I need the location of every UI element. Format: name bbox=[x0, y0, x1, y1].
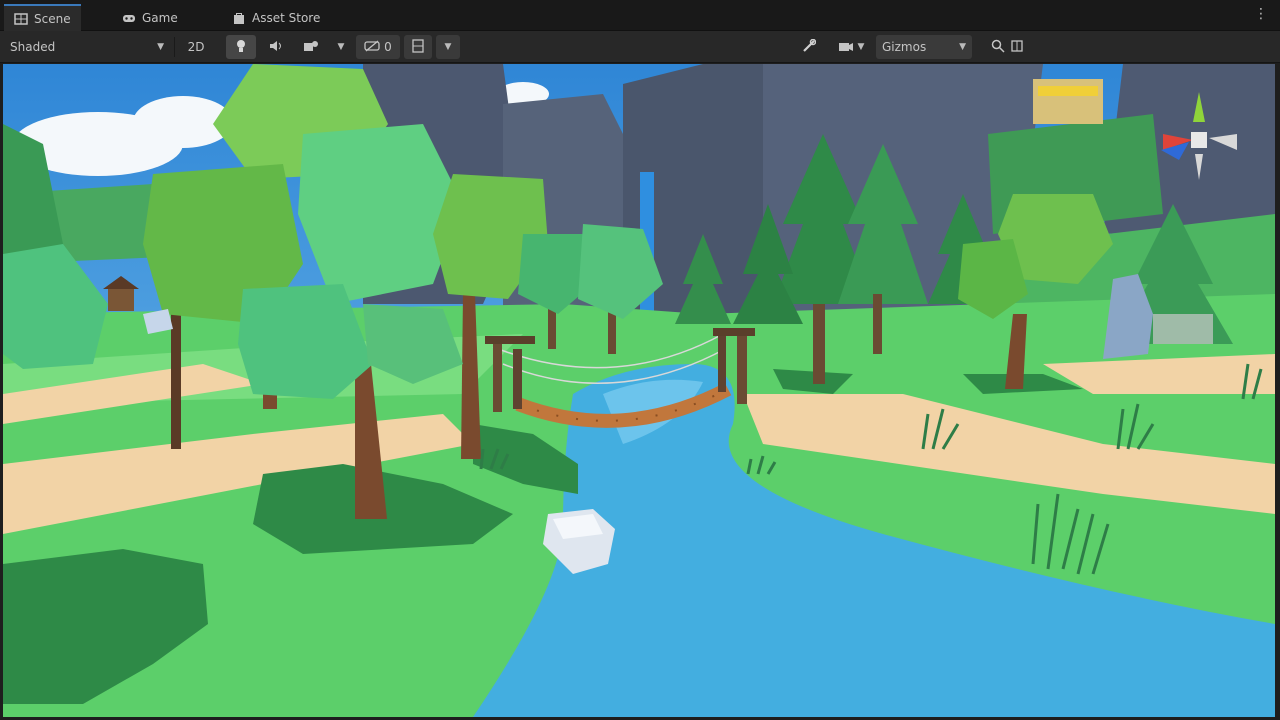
speaker-icon bbox=[269, 40, 283, 55]
neg-x-axis-cone[interactable] bbox=[1209, 134, 1237, 150]
more-options-icon[interactable]: ⋮ bbox=[1254, 6, 1268, 22]
grid-icon bbox=[412, 38, 424, 56]
chevron-down-icon: ▼ bbox=[444, 42, 452, 52]
tab-label: Scene bbox=[34, 11, 71, 26]
effects-icon bbox=[303, 40, 319, 55]
search-hierarchy-field[interactable] bbox=[984, 35, 1030, 59]
grid-dropdown[interactable]: ▼ bbox=[436, 35, 460, 59]
scene-viewport[interactable] bbox=[3, 64, 1275, 717]
chevron-down-icon: ▼ bbox=[157, 42, 164, 52]
gizmo-center-cube[interactable] bbox=[1191, 132, 1207, 148]
scene-toolbar: Shaded ▼ 2D ▼ 0 ▼ ▼ Gizmos ▼ bbox=[0, 31, 1280, 63]
audio-toggle-button[interactable] bbox=[262, 35, 290, 59]
chevron-down-icon: ▼ bbox=[857, 42, 865, 52]
search-icon bbox=[991, 39, 1005, 56]
hidden-count: 0 bbox=[384, 40, 392, 54]
scene-render bbox=[3, 64, 1275, 717]
draw-mode-dropdown[interactable]: Shaded ▼ bbox=[4, 35, 170, 59]
2d-toggle-button[interactable]: 2D bbox=[180, 35, 212, 59]
wrench-icon bbox=[802, 38, 817, 56]
grid-toggle-button[interactable] bbox=[404, 35, 432, 59]
layers-icon bbox=[1011, 39, 1023, 55]
grid-icon bbox=[14, 12, 28, 25]
tab-game[interactable]: Game bbox=[112, 4, 188, 31]
chevron-down-icon: ▼ bbox=[337, 42, 345, 52]
tab-label: Game bbox=[142, 10, 178, 25]
neg-y-axis-cone[interactable] bbox=[1195, 154, 1203, 180]
gamepad-icon bbox=[122, 12, 136, 24]
effects-toggle-button[interactable] bbox=[296, 35, 326, 59]
orientation-gizmo[interactable] bbox=[1153, 92, 1245, 184]
lighting-toggle-button[interactable] bbox=[226, 35, 256, 59]
tools-button[interactable] bbox=[796, 35, 822, 59]
window-tab-bar: Scene Game Asset Store ⋮ bbox=[0, 0, 1280, 31]
eye-slash-icon bbox=[364, 40, 380, 55]
hidden-objects-toggle[interactable]: 0 bbox=[356, 35, 400, 59]
y-axis-cone[interactable] bbox=[1193, 92, 1205, 122]
tab-label: Asset Store bbox=[252, 10, 321, 25]
gizmos-label: Gizmos bbox=[882, 40, 927, 54]
tab-scene[interactable]: Scene bbox=[4, 4, 81, 31]
toolbar-divider bbox=[174, 37, 175, 57]
camera-settings-button[interactable]: ▼ bbox=[830, 35, 872, 59]
2d-label: 2D bbox=[187, 40, 205, 54]
effects-dropdown[interactable]: ▼ bbox=[332, 35, 350, 59]
chevron-down-icon: ▼ bbox=[959, 42, 966, 52]
gizmos-dropdown[interactable]: Gizmos ▼ bbox=[876, 35, 972, 59]
bag-icon bbox=[232, 12, 246, 24]
draw-mode-label: Shaded bbox=[10, 40, 56, 54]
tab-asset-store[interactable]: Asset Store bbox=[222, 4, 330, 31]
lightbulb-icon bbox=[235, 39, 247, 56]
camera-icon bbox=[838, 40, 854, 55]
